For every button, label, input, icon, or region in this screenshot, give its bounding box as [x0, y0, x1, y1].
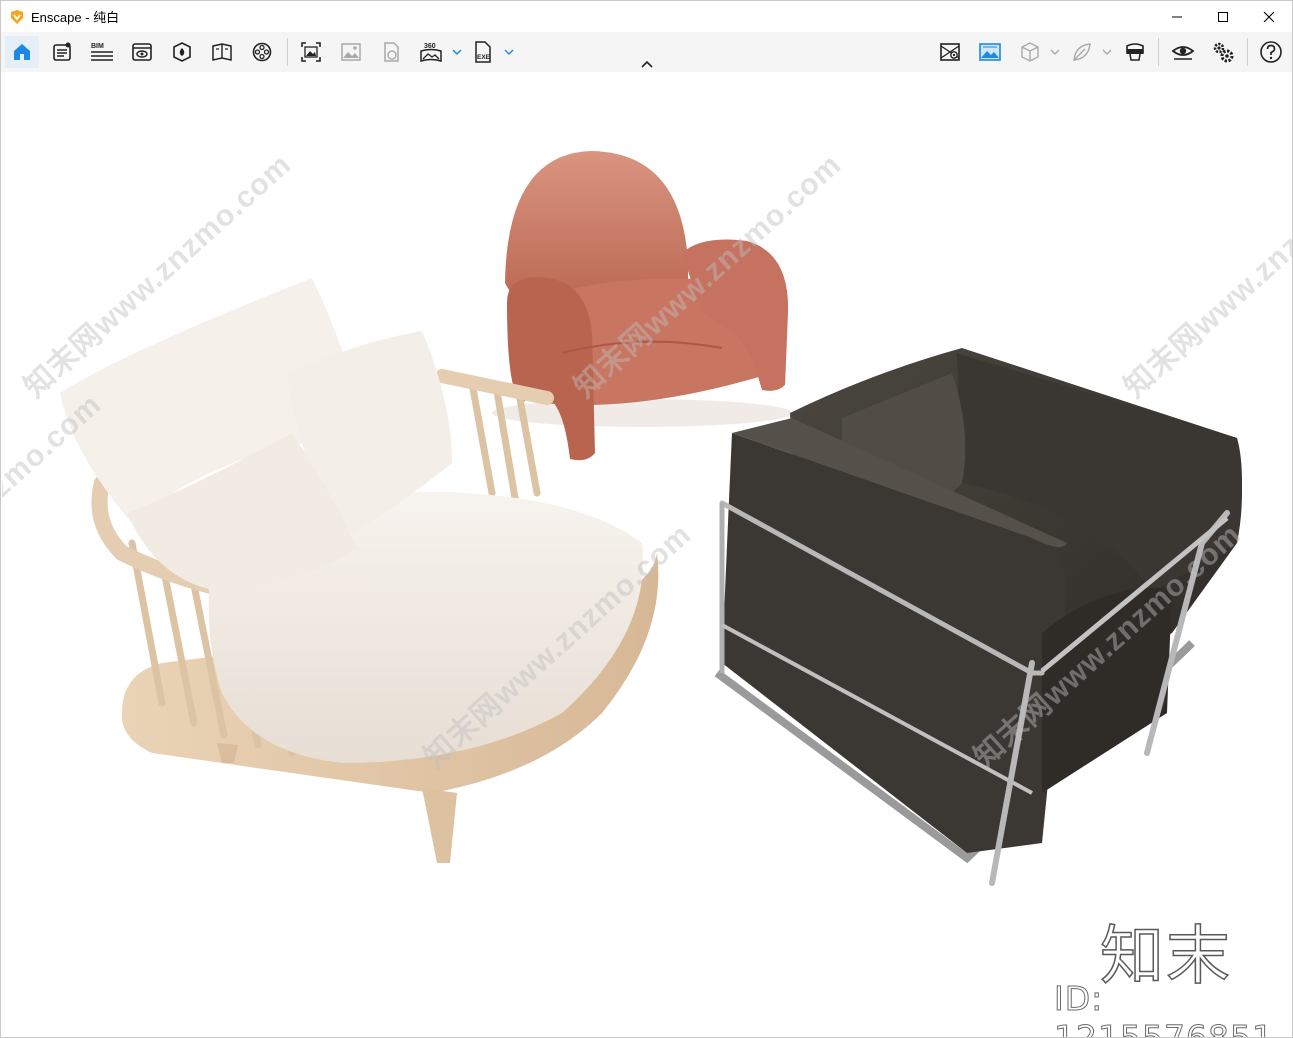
- toolbar-separator: [1158, 38, 1159, 66]
- panorama-dropdown[interactable]: [451, 40, 463, 64]
- image-button[interactable]: [334, 36, 368, 68]
- leaf-icon: [1073, 43, 1091, 61]
- close-icon: [1263, 11, 1275, 22]
- cube-icon: [1021, 42, 1039, 62]
- watermark-id: ID: 1215576851: [1054, 979, 1274, 1038]
- render-viewport[interactable]: 知末网www.znzmo.com 知末网www.znzmo.com 知末网www…: [2, 73, 1292, 1037]
- video-editor-button[interactable]: [245, 36, 279, 68]
- web-standalone-button[interactable]: [374, 36, 408, 68]
- chevron-down-icon: [1050, 49, 1060, 55]
- chevron-down-icon: [504, 49, 514, 55]
- panorama-icon: 360: [420, 43, 442, 63]
- enscape-logo-icon: [11, 9, 23, 24]
- exe-export-icon: EXE: [475, 41, 491, 63]
- enscape-window: Enscape - 纯白 BIM 360 EXE 知末网www.znzmo.co…: [0, 0, 1293, 1038]
- material-book-button[interactable]: [205, 36, 239, 68]
- map-view-icon: [940, 43, 960, 61]
- help-button[interactable]: [1254, 36, 1288, 68]
- web-standalone-icon: [384, 42, 399, 62]
- material-book-icon: [212, 43, 232, 61]
- exe-export-button[interactable]: EXE: [466, 36, 500, 68]
- help-icon: [1260, 41, 1282, 63]
- batch-render-icon: [53, 42, 71, 61]
- leaf-dropdown[interactable]: [1101, 40, 1113, 64]
- title-bar[interactable]: Enscape - 纯白: [1, 1, 1292, 32]
- home-button[interactable]: [5, 36, 39, 68]
- minimize-button[interactable]: [1154, 1, 1200, 32]
- minimize-icon: [1172, 16, 1182, 17]
- eye-icon: [1171, 46, 1195, 60]
- toolbar-separator: [287, 38, 288, 66]
- close-button[interactable]: [1246, 1, 1292, 32]
- cube-dropdown[interactable]: [1049, 40, 1061, 64]
- asset-library-button[interactable]: [165, 36, 199, 68]
- settings-gears-icon: [1213, 42, 1234, 63]
- window-title: Enscape - 纯白: [31, 10, 120, 25]
- screenshot-button[interactable]: [294, 36, 328, 68]
- screenshot-icon: [301, 42, 321, 62]
- map-view-button[interactable]: [933, 36, 967, 68]
- vr-headset-icon: [1126, 43, 1144, 61]
- toolbar-separator: [1247, 38, 1248, 66]
- bim-icon: BIM: [91, 43, 113, 61]
- panorama-button[interactable]: 360: [414, 36, 448, 68]
- chevron-down-icon: [452, 49, 462, 55]
- maximize-icon: [1218, 11, 1228, 22]
- svg-text:BIM: BIM: [91, 43, 104, 50]
- cube-button[interactable]: [1013, 36, 1047, 68]
- exe-export-dropdown[interactable]: [503, 40, 515, 64]
- vr-headset-button[interactable]: [1118, 36, 1152, 68]
- video-reel-icon: [252, 42, 272, 62]
- svg-text:EXE: EXE: [477, 54, 491, 61]
- visibility-button[interactable]: [125, 36, 159, 68]
- collapse-toolbar-button[interactable]: [639, 57, 655, 71]
- visual-settings-icon: [979, 43, 1001, 61]
- chevron-up-icon: [641, 60, 653, 68]
- image-icon: [341, 43, 361, 61]
- leaf-button[interactable]: [1065, 36, 1099, 68]
- eye-button[interactable]: [1166, 36, 1200, 68]
- bim-button[interactable]: BIM: [85, 36, 119, 68]
- maximize-button[interactable]: [1200, 1, 1246, 32]
- visibility-icon: [132, 43, 152, 61]
- visual-settings-button[interactable]: [973, 36, 1007, 68]
- asset-library-icon: [173, 42, 191, 62]
- chevron-down-icon: [1102, 49, 1112, 55]
- home-icon: [14, 44, 30, 60]
- batch-render-button[interactable]: [45, 36, 79, 68]
- settings-button[interactable]: [1206, 36, 1240, 68]
